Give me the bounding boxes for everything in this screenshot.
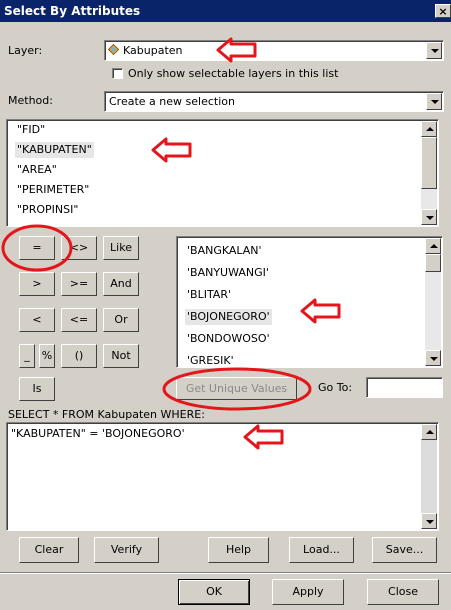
where-clause-label: SELECT * FROM Kabupaten WHERE:	[8, 408, 205, 421]
percent-button[interactable]: %	[39, 344, 55, 368]
value-item-banyuwangi[interactable]: 'BANYUWANGI'	[185, 265, 271, 281]
help-button[interactable]: Help	[208, 537, 269, 563]
value-item-bojonegoro[interactable]: 'BOJONEGORO'	[185, 309, 272, 325]
layer-label: Layer:	[8, 44, 43, 57]
chevron-down-icon	[431, 100, 439, 104]
verify-button[interactable]: Verify	[94, 537, 159, 563]
window-title: Select By Attributes	[4, 4, 141, 18]
method-dropdown-arrow[interactable]	[426, 93, 442, 110]
chevron-up-icon	[430, 244, 438, 248]
is-button[interactable]: Is	[19, 377, 55, 401]
load-button[interactable]: Load...	[289, 537, 354, 563]
select-by-attributes-dialog: Select By Attributes × Layer: Kabupaten …	[0, 0, 451, 610]
layer-value: Kabupaten	[123, 44, 183, 57]
less-than-button[interactable]: <	[19, 308, 55, 332]
or-button[interactable]: Or	[103, 308, 139, 332]
go-to-label: Go To:	[318, 381, 353, 394]
expression-scrollbar[interactable]	[421, 424, 437, 529]
chevron-down-icon	[430, 357, 438, 361]
scroll-down-button[interactable]	[425, 350, 441, 366]
value-item-bangkalan[interactable]: 'BANGKALAN'	[185, 243, 264, 259]
scroll-down-button[interactable]	[421, 209, 437, 225]
and-button[interactable]: And	[103, 272, 139, 296]
sql-expression-box[interactable]: "KABUPATEN" = 'BOJONEGORO'	[6, 422, 439, 531]
title-bar[interactable]: Select By Attributes ×	[0, 0, 451, 22]
underscore-button[interactable]: _	[19, 344, 35, 368]
fields-list[interactable]: "FID" "KABUPATEN" "AREA" "PERIMETER" "PR…	[6, 119, 439, 227]
values-scrollbar[interactable]	[425, 238, 441, 366]
not-equals-button[interactable]: <>	[61, 236, 97, 260]
layer-dropdown-arrow[interactable]	[426, 42, 442, 59]
scroll-up-button[interactable]	[421, 121, 437, 137]
fields-scrollbar[interactable]	[421, 121, 437, 225]
greater-than-button[interactable]: >	[19, 272, 55, 296]
field-item-perimeter[interactable]: "PERIMETER"	[15, 182, 91, 198]
method-label: Method:	[8, 94, 53, 107]
chevron-down-icon	[431, 49, 439, 53]
clear-button[interactable]: Clear	[19, 537, 79, 563]
scroll-up-button[interactable]	[421, 424, 437, 440]
not-button[interactable]: Not	[103, 344, 139, 368]
go-to-input[interactable]	[366, 377, 443, 398]
ok-button[interactable]: OK	[178, 579, 250, 605]
chevron-down-icon	[426, 216, 434, 220]
scroll-down-button[interactable]	[421, 513, 437, 529]
scroll-thumb[interactable]	[425, 254, 441, 272]
equals-button[interactable]: =	[19, 236, 55, 260]
parentheses-button[interactable]: ()	[61, 344, 97, 368]
save-button[interactable]: Save...	[372, 537, 437, 563]
close-icon[interactable]: ×	[435, 4, 451, 18]
value-item-gresik[interactable]: 'GRESIK'	[185, 353, 236, 367]
chevron-up-icon	[426, 127, 434, 131]
only-selectable-label: Only show selectable layers in this list	[128, 67, 339, 80]
unique-values-list[interactable]: 'BANGKALAN' 'BANYUWANGI' 'BLITAR' 'BOJON…	[176, 236, 443, 368]
layer-dropdown[interactable]: Kabupaten	[104, 40, 444, 61]
sql-expression-text: "KABUPATEN" = 'BOJONEGORO'	[11, 427, 185, 440]
polygon-layer-icon	[108, 44, 119, 55]
scroll-up-button[interactable]	[425, 238, 441, 254]
less-equal-button[interactable]: <=	[61, 308, 97, 332]
greater-equal-button[interactable]: >=	[61, 272, 97, 296]
chevron-down-icon	[426, 520, 434, 524]
like-button[interactable]: Like	[103, 236, 139, 260]
field-item-fid[interactable]: "FID"	[15, 122, 47, 138]
only-selectable-checkbox[interactable]	[112, 68, 123, 79]
field-item-area[interactable]: "AREA"	[15, 162, 59, 178]
method-value: Create a new selection	[109, 95, 235, 108]
value-item-bondowoso[interactable]: 'BONDOWOSO'	[185, 331, 272, 347]
field-item-kabupaten[interactable]: "KABUPATEN"	[15, 142, 94, 158]
separator-line	[0, 572, 451, 574]
get-unique-values-button[interactable]: Get Unique Values	[176, 377, 297, 400]
apply-button[interactable]: Apply	[272, 579, 344, 605]
chevron-up-icon	[426, 430, 434, 434]
field-item-propinsi[interactable]: "PROPINSI"	[15, 202, 80, 218]
value-item-blitar[interactable]: 'BLITAR'	[185, 287, 233, 303]
method-dropdown[interactable]: Create a new selection	[104, 91, 444, 112]
scroll-thumb[interactable]	[421, 137, 437, 189]
close-button[interactable]: Close	[367, 579, 439, 605]
